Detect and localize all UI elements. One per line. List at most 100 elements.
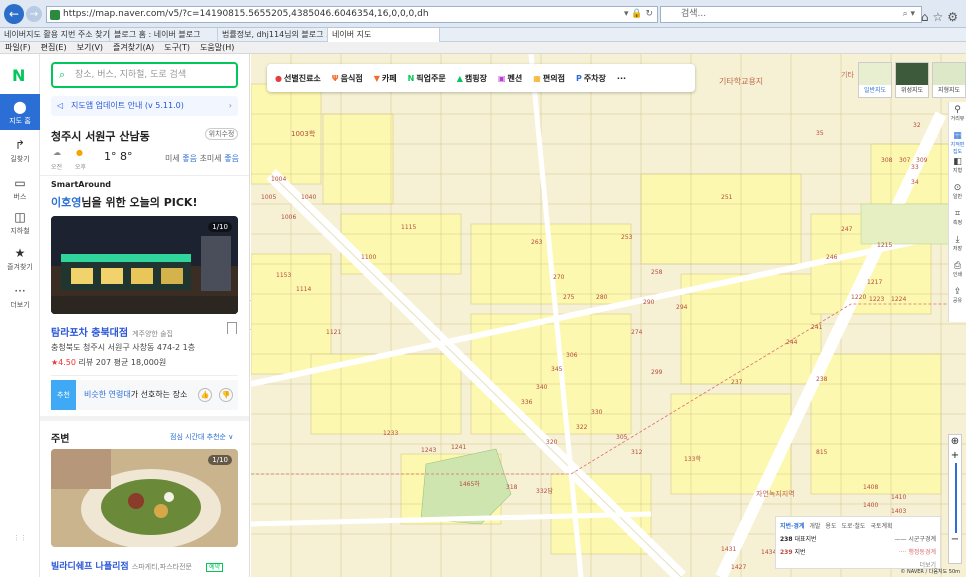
- location-edit-button[interactable]: 위치수정: [205, 128, 238, 140]
- forward-button[interactable]: →: [26, 6, 42, 22]
- save-tool[interactable]: ⤓ 저장: [949, 232, 966, 258]
- place-photo[interactable]: 1/10: [51, 216, 238, 314]
- current-location-icon[interactable]: ⊕: [949, 435, 961, 449]
- zoom-in-button[interactable]: +: [949, 449, 961, 463]
- browser-search-box[interactable]: 검색... ⌕ ▾: [660, 6, 922, 23]
- address-bar[interactable]: https://map.naver.com/v5/?c=14190815.565…: [46, 6, 658, 23]
- naver-logo[interactable]: N: [12, 66, 25, 85]
- cadastral-tool[interactable]: ▦ 지적편집도: [949, 128, 966, 155]
- map-type-terrain[interactable]: 지형지도: [932, 62, 966, 98]
- zoom-slider[interactable]: [955, 463, 957, 533]
- update-text: 지도앱 업데이트 안내 (v 5.11.0): [71, 101, 184, 110]
- parcel-label: 1427: [731, 564, 747, 571]
- rail-favorites[interactable]: ★ 즐겨찾기: [0, 246, 40, 272]
- subway-icon: ◫: [14, 210, 26, 224]
- reservation-badge: 예약: [206, 563, 224, 572]
- pension-icon: ▣: [497, 73, 506, 83]
- legend-tab[interactable]: 용도: [825, 521, 836, 530]
- print-tool[interactable]: ⎙ 인쇄: [949, 258, 966, 284]
- url-text: https://map.naver.com/v5/?c=14190815.565…: [63, 9, 429, 19]
- category-label: 펜션: [507, 73, 523, 83]
- legend-tab[interactable]: 도로·철도: [841, 521, 865, 530]
- category-clinic[interactable]: ● 선별진료소: [275, 73, 321, 84]
- sort-dropdown[interactable]: 점심 시간대 추천순 ∨: [170, 432, 233, 442]
- rail-directions[interactable]: ↱ 길찾기: [0, 138, 40, 164]
- dust-info: 미세 좋음 초미세 좋음: [165, 153, 239, 164]
- terrain-tool[interactable]: ◧ 지형: [949, 154, 966, 180]
- back-button[interactable]: ←: [4, 4, 24, 24]
- parcel-label: 340: [536, 384, 548, 391]
- bookmark-icon[interactable]: [227, 322, 237, 334]
- zoom-out-button[interactable]: −: [949, 533, 961, 547]
- legend-panel: 지번·경계 개발 용도 도로·철도 국토계획 238 대표지번 —— 시군구경계…: [775, 516, 941, 569]
- browser-tab[interactable]: 법률정보, dhj114님의 블로그 ...: [218, 28, 328, 42]
- tool-label: 일반: [952, 194, 963, 200]
- parcel-label: 1241: [451, 444, 467, 451]
- rail-label: 길찾기: [10, 155, 30, 163]
- place-name[interactable]: 빌라디쉐프 나폴리점 스파게티,파스타전문 예약: [51, 559, 224, 572]
- parcel-label: 1233: [383, 430, 399, 437]
- search-icon[interactable]: ⌕ ▾: [903, 7, 915, 22]
- measure-tool[interactable]: ⌗ 측정: [949, 206, 966, 232]
- legend-label: 지번: [794, 549, 806, 556]
- thumbs-up-icon[interactable]: 👍: [198, 388, 212, 402]
- place-photo[interactable]: 1/10: [51, 449, 238, 547]
- favorites-icon[interactable]: ☆: [932, 10, 947, 24]
- normal-tool[interactable]: ⊙ 일반: [949, 180, 966, 206]
- parcel-label: 244: [786, 339, 798, 346]
- parcel-label: 238: [816, 376, 828, 383]
- update-notice[interactable]: ◁ 지도앱 업데이트 안내 (v 5.11.0) ›: [51, 96, 238, 116]
- rail-subway[interactable]: ◫ 지하철: [0, 210, 40, 236]
- legend-tab[interactable]: 국토계획: [870, 521, 892, 530]
- legend-tab[interactable]: 개발: [809, 521, 820, 530]
- category-pickup[interactable]: N 픽업주문: [408, 73, 446, 84]
- rail-map-home[interactable]: ⬤ 지도 홈: [0, 94, 40, 130]
- legend-label: 대표지번: [794, 536, 817, 543]
- category-more[interactable]: ···: [617, 74, 626, 83]
- category-camping[interactable]: ▲ 캠핑장: [457, 73, 487, 84]
- share-tool[interactable]: ⇪ 공유: [949, 284, 966, 310]
- rail-more[interactable]: ··· 더보기: [0, 284, 40, 310]
- home-icon[interactable]: ⌂: [921, 10, 933, 24]
- gear-icon[interactable]: ⚙: [947, 10, 962, 24]
- category-parking[interactable]: P 주차장: [576, 73, 606, 84]
- category-pension[interactable]: ▣ 펜션: [498, 73, 522, 84]
- category-cafe[interactable]: ▼ 카페: [374, 73, 397, 84]
- refresh-icon[interactable]: ▾ 🔒 ↻: [624, 7, 653, 22]
- menu-tools[interactable]: 도구(T): [159, 42, 195, 53]
- thumbs-down-icon[interactable]: 👎: [219, 388, 233, 402]
- browser-tab[interactable]: 블로그 홈 : 네이버 블로그: [110, 28, 218, 42]
- parcel-label: 1431: [721, 546, 737, 553]
- parcel-label: 815: [816, 449, 828, 456]
- menu-view[interactable]: 보기(V): [72, 42, 108, 53]
- reco-highlight[interactable]: 비슷한 연령대: [84, 390, 131, 399]
- parcel-label: 299: [651, 369, 663, 376]
- browser-tab-active[interactable]: 네이버 지도: [328, 28, 440, 42]
- map-type-normal[interactable]: 일반지도: [858, 62, 892, 98]
- menu-help[interactable]: 도움말(H): [195, 42, 239, 53]
- menu-edit[interactable]: 편집(E): [36, 42, 72, 53]
- category-store[interactable]: ▦ 편의점: [533, 73, 565, 84]
- map-type-satellite[interactable]: 위성지도: [895, 62, 929, 98]
- parcel-label: 330: [591, 409, 603, 416]
- chevron-right-icon: ›: [228, 101, 232, 110]
- grid-menu-icon[interactable]: ⋮⋮: [0, 534, 40, 542]
- category-restaurant[interactable]: Ψ 음식점: [332, 73, 363, 84]
- menu-favorites[interactable]: 즐겨찾기(A): [108, 42, 159, 53]
- parcel-label: 258: [651, 269, 663, 276]
- menu-file[interactable]: 파일(F): [0, 42, 36, 53]
- rail-bus[interactable]: ▭ 버스: [0, 176, 40, 202]
- map-canvas[interactable]: 1003학 기타학교용지 기타 자연녹지지역 133학 815 1465하 33…: [251, 54, 966, 577]
- legend-tab[interactable]: 지번·경계: [780, 521, 804, 530]
- place-category: 계주양한 술집: [132, 330, 173, 338]
- street-view-tool[interactable]: ⚲ 거리뷰: [949, 102, 966, 128]
- browser-tab[interactable]: 네이버지도 활용 지번 주소 찾기: [0, 28, 110, 42]
- browser-search-placeholder: 검색...: [681, 9, 707, 19]
- weather-am-label: 오전: [51, 164, 63, 171]
- map-search-input[interactable]: ⌕ 장소, 버스, 지하철, 도로 검색: [51, 62, 238, 88]
- place-name[interactable]: 탐라포차 충북대점 계주양한 술집: [51, 324, 173, 339]
- smart-around-label: SmartAround: [51, 180, 112, 189]
- zone-label: 자연녹지지역: [756, 490, 795, 498]
- place-price: 평균 18,000원: [113, 358, 167, 367]
- browser-icons[interactable]: ⌂☆⚙: [921, 10, 962, 24]
